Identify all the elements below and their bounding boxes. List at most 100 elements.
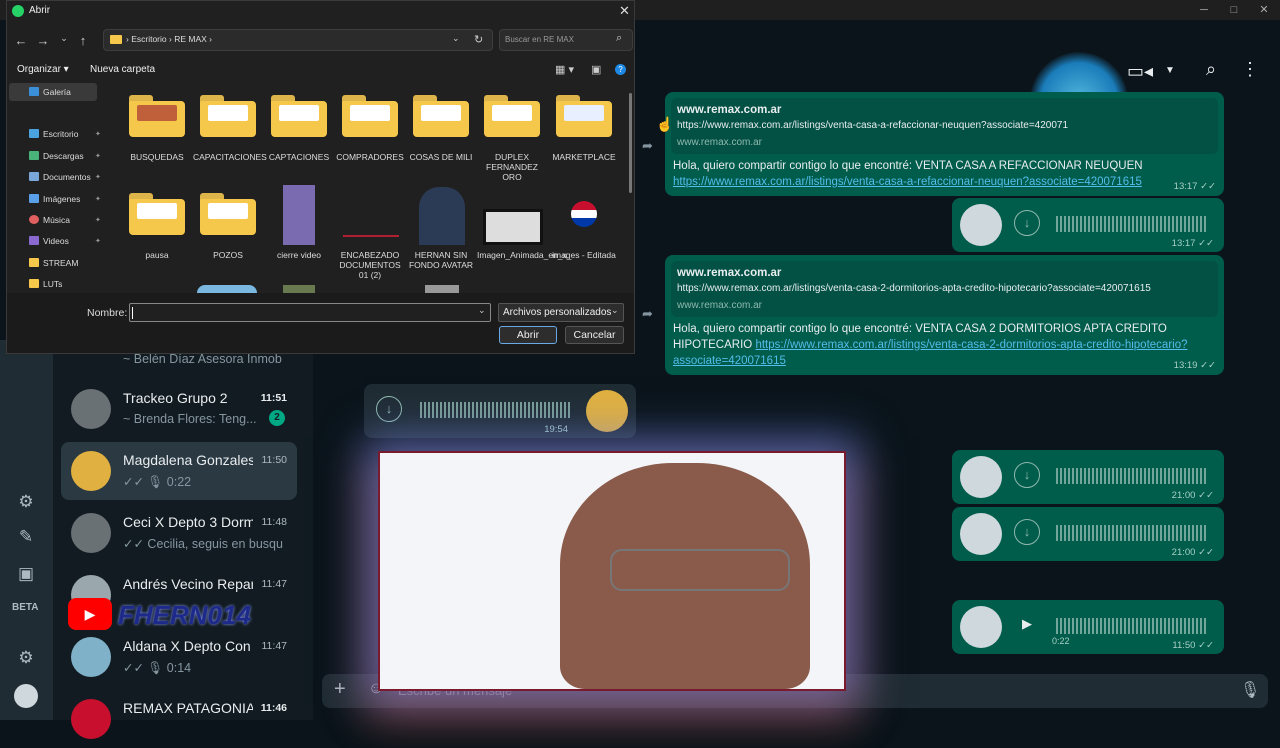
download-icon[interactable]: ↓: [1014, 210, 1040, 236]
file-label: Imagen_Animada_en_x_: [477, 250, 572, 260]
nav-item-descargas[interactable]: Descargas: [29, 149, 84, 163]
image-thumbnail[interactable]: [571, 201, 597, 227]
voice-duration: 0:22: [1052, 636, 1070, 646]
video-call-icon[interactable]: ▭◂: [1125, 58, 1155, 84]
up-icon[interactable]: ↑: [74, 33, 92, 48]
chat-item[interactable]: Trackeo Grupo 2 11:51 ~ Brenda Flores: T…: [61, 380, 297, 438]
nav-item-escritorio[interactable]: Escritorio: [29, 127, 78, 141]
message-time: 11:50 ✓✓: [1172, 640, 1214, 651]
navigation-pane: Galería Escritorio ✦ Descargas ✦ Documen…: [7, 81, 103, 293]
nav-item-musica[interactable]: Música: [29, 213, 70, 227]
nav-item-imagenes[interactable]: Imágenes: [29, 192, 80, 206]
forward-icon[interactable]: ➦: [642, 138, 660, 153]
search-icon[interactable]: ⌕: [1196, 56, 1226, 82]
download-icon[interactable]: ↓: [1014, 462, 1040, 488]
organize-button[interactable]: Organizar ▾: [17, 64, 69, 75]
avatar: [960, 513, 1002, 555]
filename-input[interactable]: ⌄: [129, 303, 491, 322]
folder-icon[interactable]: [129, 95, 185, 137]
breadcrumb-item[interactable]: RE MAX: [174, 34, 207, 44]
folder-icon[interactable]: [556, 95, 612, 137]
preview-pane-icon[interactable]: ▣: [591, 63, 601, 76]
nav-item-videos[interactable]: Videos: [29, 234, 69, 248]
chat-item[interactable]: Ceci X Depto 3 Dorm... 11:48 ✓✓ Cecilia,…: [61, 504, 297, 562]
waveform[interactable]: [1056, 618, 1208, 634]
maximize-icon[interactable]: □: [1224, 2, 1244, 18]
folder-icon[interactable]: [200, 95, 256, 137]
file-label: cierre video: [277, 250, 321, 260]
forward-nav-icon[interactable]: →: [34, 33, 52, 48]
profile-avatar[interactable]: [14, 684, 38, 708]
message-link[interactable]: https://www.remax.com.ar/listings/venta-…: [673, 176, 1142, 188]
download-icon[interactable]: ↓: [1014, 519, 1040, 545]
scrollbar[interactable]: [629, 93, 632, 193]
image-thumbnail[interactable]: [283, 285, 315, 293]
image-thumbnail[interactable]: [283, 185, 315, 245]
folder-icon[interactable]: [342, 95, 398, 137]
open-button[interactable]: Abrir: [499, 326, 557, 344]
chevron-down-icon[interactable]: ⌄: [452, 33, 460, 44]
message-bubble: www.remax.com.ar https://www.remax.com.a…: [665, 255, 1224, 375]
channels-icon[interactable]: ✎: [14, 525, 38, 549]
status-icon[interactable]: ⚙: [14, 490, 38, 514]
search-input[interactable]: Buscar en RE MAX ⌕: [499, 29, 633, 51]
menu-icon[interactable]: ⋮: [1235, 56, 1265, 82]
folder-icon[interactable]: [129, 193, 185, 235]
chevron-down-icon[interactable]: ▼: [1155, 58, 1185, 84]
webcam-overlay: [378, 451, 846, 691]
new-folder-button[interactable]: Nueva carpeta: [90, 64, 155, 75]
cancel-button[interactable]: Cancelar: [565, 326, 624, 344]
link-preview-site: www.remax.com.ar: [677, 137, 763, 148]
download-icon[interactable]: ↓: [376, 396, 402, 422]
file-label: pausa: [145, 250, 169, 260]
filetype-select[interactable]: Archivos personalizados ⌄: [498, 303, 624, 322]
message-time: 21:00 ✓✓: [1171, 547, 1214, 558]
settings-icon[interactable]: ⚙: [14, 646, 38, 670]
folder-icon[interactable]: [413, 95, 469, 137]
link-preview[interactable]: www.remax.com.ar https://www.remax.com.a…: [671, 261, 1218, 317]
voice-message: ↓ 21:00 ✓✓: [952, 507, 1224, 561]
image-thumbnail[interactable]: [343, 235, 399, 237]
address-bar[interactable]: › Escritorio › RE MAX › ⌄ ↻: [103, 29, 493, 51]
breadcrumb-item[interactable]: Escritorio: [131, 34, 166, 44]
image-thumbnail[interactable]: [419, 187, 465, 245]
nav-item-stream[interactable]: STREAM: [29, 256, 78, 270]
chat-item[interactable]: REMAX PATAGONIA 11:46: [61, 690, 297, 748]
avatar: [960, 606, 1002, 648]
minimize-icon[interactable]: ─: [1194, 2, 1214, 18]
microphone-icon[interactable]: 🎙: [1240, 680, 1260, 700]
image-thumbnail[interactable]: [425, 285, 459, 293]
chevron-down-icon[interactable]: ⌄: [478, 305, 486, 316]
avatar: [960, 456, 1002, 498]
refresh-icon[interactable]: ↻: [474, 33, 483, 46]
folder-icon[interactable]: [484, 95, 540, 137]
attach-plus-icon[interactable]: +: [334, 678, 346, 701]
text-cursor: [132, 307, 133, 319]
folder-icon[interactable]: [271, 95, 327, 137]
dialog-title: Abrir: [29, 5, 51, 16]
forward-icon[interactable]: ➦: [642, 306, 660, 321]
play-icon[interactable]: ▶: [1014, 612, 1040, 638]
help-icon[interactable]: ?: [615, 64, 626, 75]
folder-icon[interactable]: [200, 193, 256, 235]
chat-last-message: ~ Brenda Flores: Teng...: [123, 412, 257, 426]
close-window-icon[interactable]: ✕: [1254, 2, 1274, 18]
close-icon[interactable]: ✕: [619, 3, 630, 19]
image-thumbnail[interactable]: [197, 285, 257, 293]
image-thumbnail[interactable]: [483, 209, 543, 245]
nav-item-luts[interactable]: LUTs: [29, 277, 62, 291]
chevron-down-icon[interactable]: ⌄: [55, 33, 73, 44]
chat-name: Magdalena Gonzales ...: [123, 452, 253, 468]
chat-item[interactable]: Aldana X Depto Con ... 11:47 ✓✓ 🎙 0:14: [61, 628, 297, 686]
media-icon[interactable]: ▣: [14, 562, 38, 586]
chat-item[interactable]: Magdalena Gonzales ... 11:50 ✓✓ 🎙 0:22: [61, 442, 297, 500]
back-icon[interactable]: ←: [12, 33, 30, 48]
nav-item-documentos[interactable]: Documentos: [29, 170, 91, 184]
channel-watermark: FHERN014: [118, 600, 251, 630]
view-options-icon[interactable]: ▦ ▾: [555, 63, 574, 76]
message-time: 21:00 ✓✓: [1171, 490, 1214, 501]
open-file-dialog: Abrir ✕ ← → ⌄ ↑ › Escritorio › RE MAX › …: [6, 0, 635, 354]
nav-item-galeria[interactable]: Galería: [29, 85, 71, 99]
message-text: Hola, quiero compartir contigo lo que en…: [665, 154, 1224, 190]
link-preview[interactable]: www.remax.com.ar https://www.remax.com.a…: [671, 98, 1218, 154]
